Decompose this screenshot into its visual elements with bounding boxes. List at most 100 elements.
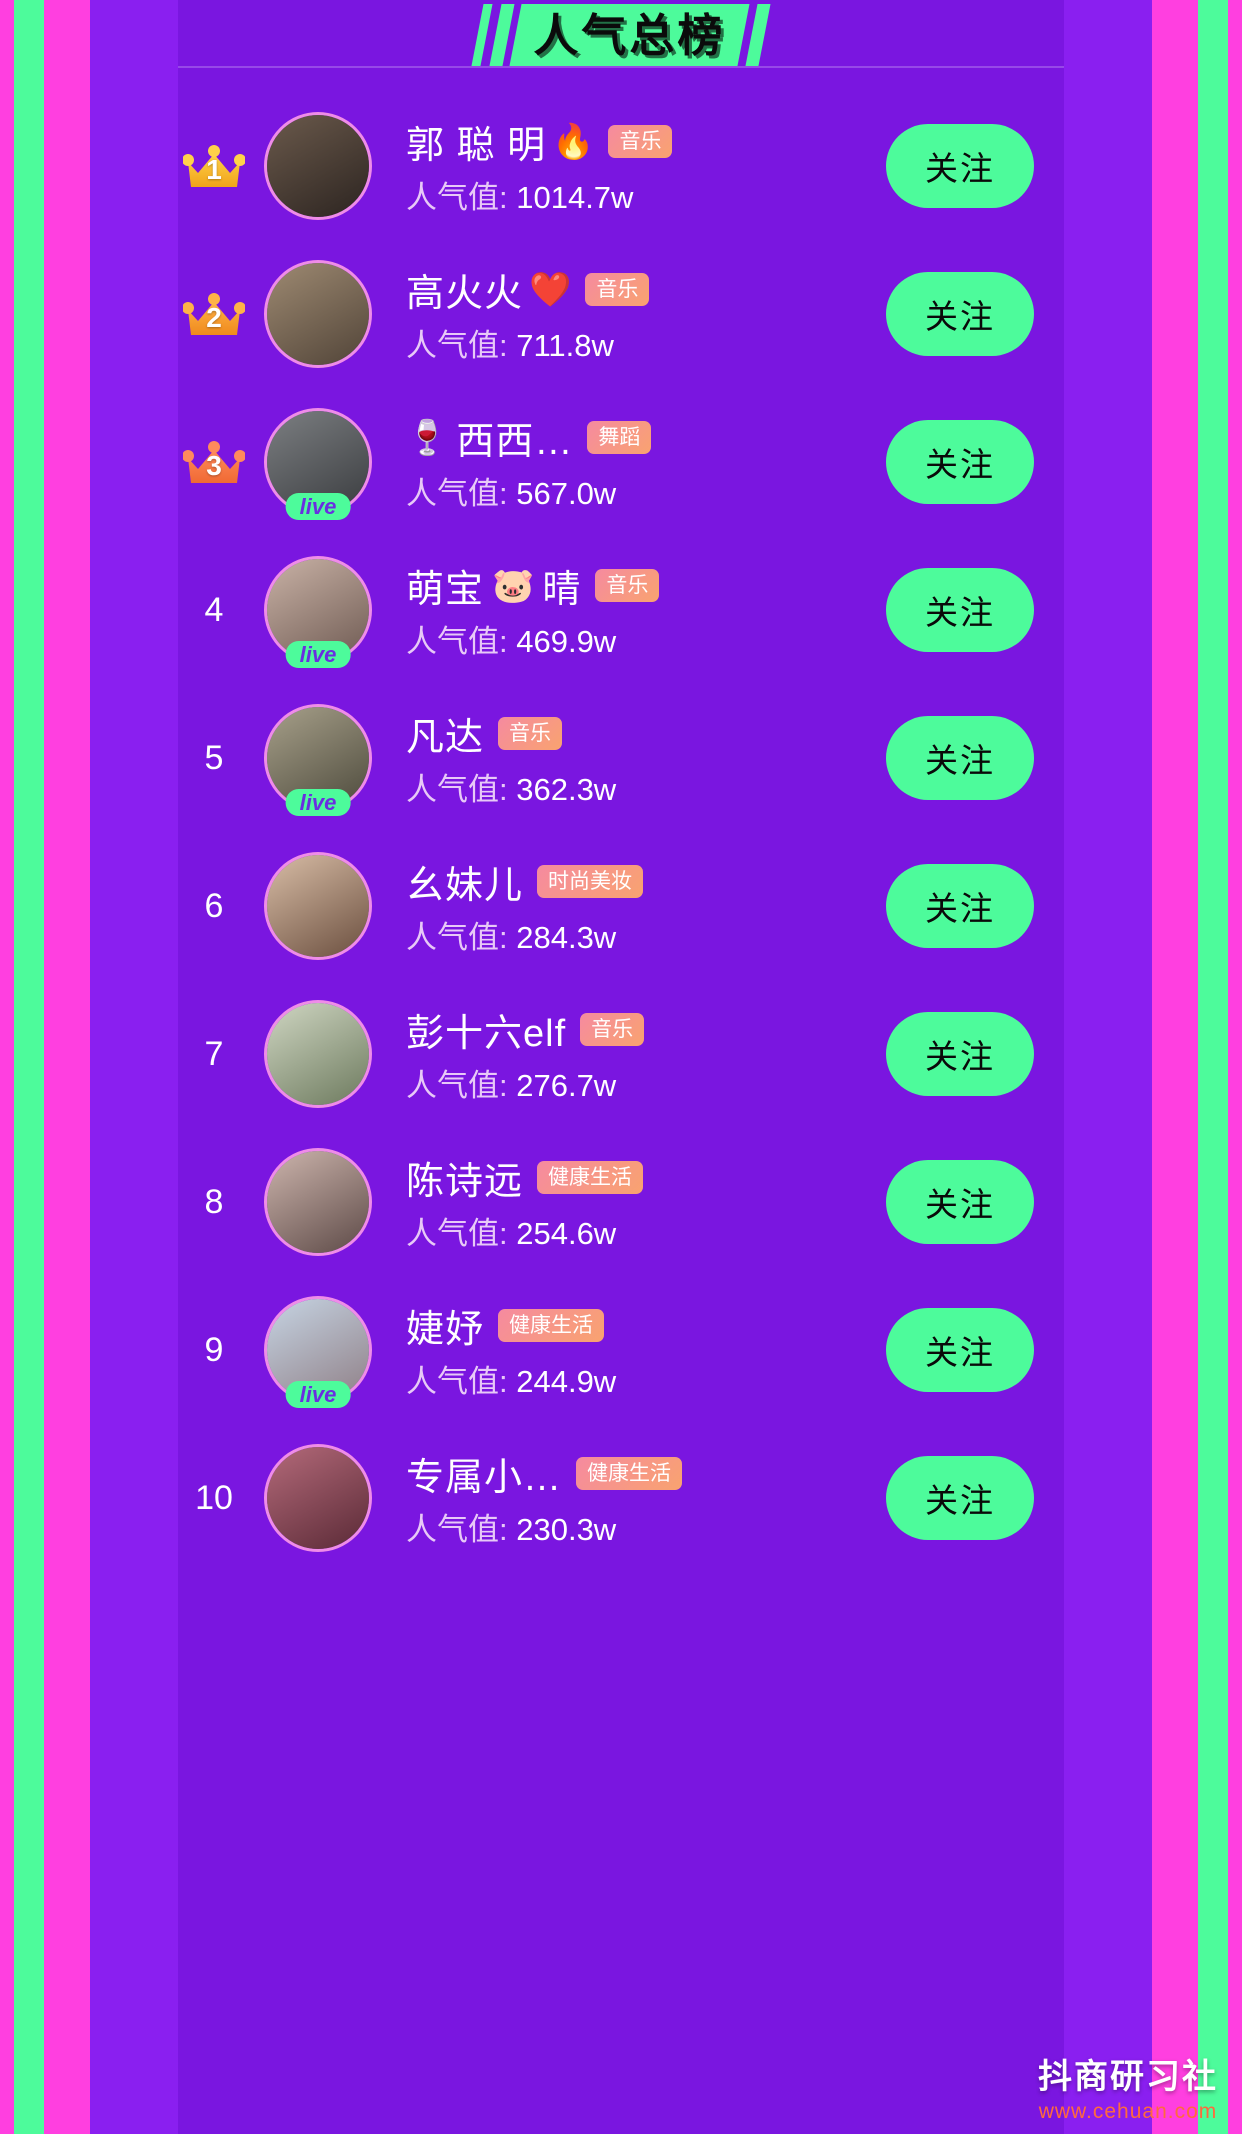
avatar-wrapper[interactable] [264, 260, 372, 368]
streamer-name[interactable]: 西西… [456, 410, 573, 465]
streamer-name[interactable]: 彭十六elf [406, 1002, 566, 1057]
follow-button[interactable]: 关注 [886, 420, 1034, 504]
category-tag[interactable]: 音乐 [608, 124, 673, 159]
name-line: 🍷 西西… 舞蹈 [406, 412, 886, 464]
category-tag[interactable]: 健康生活 [498, 1308, 605, 1343]
ranking-row[interactable]: 1郭 聪 明 🔥 音乐 人气值: 1014.7w 关注 [178, 92, 1064, 240]
popularity-stat: 人气值: 254.6w [406, 1208, 886, 1253]
popularity-label: 人气值: [406, 179, 517, 215]
follow-button[interactable]: 关注 [886, 272, 1034, 356]
popularity-value: 254.6w [516, 1215, 617, 1251]
avatar-image [267, 855, 369, 957]
title-banner: 人气总榜 [471, 4, 771, 66]
category-tag[interactable]: 音乐 [595, 568, 660, 603]
streamer-name[interactable]: 幺妹儿 [406, 854, 523, 909]
streamer-info: 萌宝 🐷 晴音乐 人气值: 469.9w [372, 560, 886, 661]
rank-cell: 3 [178, 388, 250, 536]
name-line: 萌宝 🐷 晴音乐 [406, 560, 886, 612]
ranking-row[interactable]: 6 幺妹儿 时尚美妆 人气值: 284.3w 关注 [178, 832, 1064, 980]
follow-button[interactable]: 关注 [886, 1012, 1034, 1096]
rank-cell: 6 [178, 832, 250, 980]
popularity-stat: 人气值: 711.8w [406, 320, 886, 365]
popularity-stat: 人气值: 362.3w [406, 764, 886, 809]
avatar[interactable] [264, 852, 372, 960]
streamer-name[interactable]: 凡达 [406, 706, 484, 761]
avatar-wrapper[interactable]: live [264, 704, 372, 816]
streamer-name[interactable]: 高火火 [406, 262, 523, 317]
avatar[interactable] [264, 1148, 372, 1256]
avatar-image [267, 1151, 369, 1253]
name-emoji-icon: 🐷 [492, 566, 535, 605]
page-header: 人气总榜 [178, 0, 1064, 84]
avatar-wrapper[interactable]: live [264, 556, 372, 668]
popularity-value: 362.3w [516, 771, 617, 807]
avatar[interactable] [264, 260, 372, 368]
streamer-name-suffix[interactable]: 晴 [542, 558, 581, 613]
avatar-wrapper[interactable]: live [264, 408, 372, 520]
category-tag[interactable]: 健康生活 [537, 1160, 644, 1195]
ranking-row[interactable]: 2 高火火 ❤️ 音乐 人气值: 711.8w 关注 [178, 240, 1064, 388]
category-tag[interactable]: 时尚美妆 [537, 864, 644, 899]
category-tag[interactable]: 音乐 [585, 272, 650, 307]
ranking-row[interactable]: 5 live 凡达 音乐 人气值: 362.3w 关注 [178, 684, 1064, 832]
name-line: 凡达 音乐 [406, 708, 886, 760]
category-tag[interactable]: 舞蹈 [587, 420, 652, 455]
follow-button[interactable]: 关注 [886, 568, 1034, 652]
follow-button[interactable]: 关注 [886, 1308, 1034, 1392]
rank-cell: 7 [178, 980, 250, 1128]
follow-button[interactable]: 关注 [886, 864, 1034, 948]
popularity-label: 人气值: [406, 327, 517, 363]
avatar[interactable] [264, 112, 372, 220]
streamer-name[interactable]: 郭 聪 明 [406, 114, 546, 169]
streamer-info: 🍷 西西… 舞蹈 人气值: 567.0w [372, 412, 886, 513]
live-badge: live [285, 788, 351, 816]
follow-button[interactable]: 关注 [886, 716, 1034, 800]
category-tag[interactable]: 音乐 [580, 1012, 645, 1047]
ranking-row[interactable]: 4 live 萌宝 🐷 晴音乐 人气值: 469.9w 关注 [178, 536, 1064, 684]
avatar-image [267, 263, 369, 365]
popularity-stat: 人气值: 230.3w [406, 1504, 886, 1549]
avatar-wrapper[interactable]: live [264, 1296, 372, 1408]
popularity-value: 244.9w [516, 1363, 617, 1399]
streamer-info: 凡达 音乐 人气值: 362.3w [372, 708, 886, 809]
avatar-wrapper[interactable] [264, 112, 372, 220]
category-tag[interactable]: 健康生活 [576, 1456, 683, 1491]
avatar-wrapper[interactable] [264, 852, 372, 960]
streamer-name[interactable]: 陈诗远 [406, 1150, 523, 1205]
follow-button[interactable]: 关注 [886, 1160, 1034, 1244]
ranking-list: 1郭 聪 明 🔥 音乐 人气值: 1014.7w 关注 2 高火火 ❤️ 音乐 人气值: 711.… [178, 84, 1064, 1572]
rank-number: 9 [204, 1330, 224, 1369]
avatar-wrapper[interactable] [264, 1444, 372, 1552]
rank-number: 10 [195, 1478, 233, 1517]
streamer-info: 高火火 ❤️ 音乐 人气值: 711.8w [372, 264, 886, 365]
popularity-stat: 人气值: 276.7w [406, 1060, 886, 1105]
streamer-name[interactable]: 萌宝 [406, 558, 484, 613]
streamer-name[interactable]: 婕妤 [406, 1298, 484, 1353]
popularity-value: 711.8w [516, 327, 614, 363]
crown-icon: 3 [183, 438, 245, 486]
name-line: 陈诗远 健康生活 [406, 1152, 886, 1204]
ranking-row[interactable]: 9 live 婕妤 健康生活 人气值: 244.9w 关注 [178, 1276, 1064, 1424]
ranking-row[interactable]: 10 专属小… 健康生活人气值: 230.3w 关注 [178, 1424, 1064, 1572]
ranking-row[interactable]: 7 彭十六elf 音乐人气值: 276.7w 关注 [178, 980, 1064, 1128]
name-emoji-icon: 🍷 [406, 418, 449, 457]
crown-icon: 2 [183, 290, 245, 338]
streamer-name[interactable]: 专属小… [406, 1446, 562, 1501]
ranking-row[interactable]: 3 live 🍷 西西… 舞蹈 人气值: 567.0w 关注 [178, 388, 1064, 536]
streamer-info: 彭十六elf 音乐人气值: 276.7w [372, 1004, 886, 1105]
follow-button[interactable]: 关注 [886, 1456, 1034, 1540]
avatar[interactable] [264, 1000, 372, 1108]
avatar-wrapper[interactable] [264, 1148, 372, 1256]
avatar-image [267, 1003, 369, 1105]
rank-number: 5 [204, 738, 224, 777]
rank-cell: 10 [178, 1424, 250, 1572]
page-title: 人气总榜 [533, 8, 726, 62]
avatar[interactable] [264, 1444, 372, 1552]
avatar-wrapper[interactable] [264, 1000, 372, 1108]
follow-button[interactable]: 关注 [886, 124, 1034, 208]
popularity-value: 284.3w [516, 919, 617, 955]
category-tag[interactable]: 音乐 [498, 716, 563, 751]
ranking-row[interactable]: 8 陈诗远 健康生活 人气值: 254.6w 关注 [178, 1128, 1064, 1276]
rank-number: 4 [204, 590, 224, 629]
popularity-label: 人气值: [406, 475, 517, 511]
